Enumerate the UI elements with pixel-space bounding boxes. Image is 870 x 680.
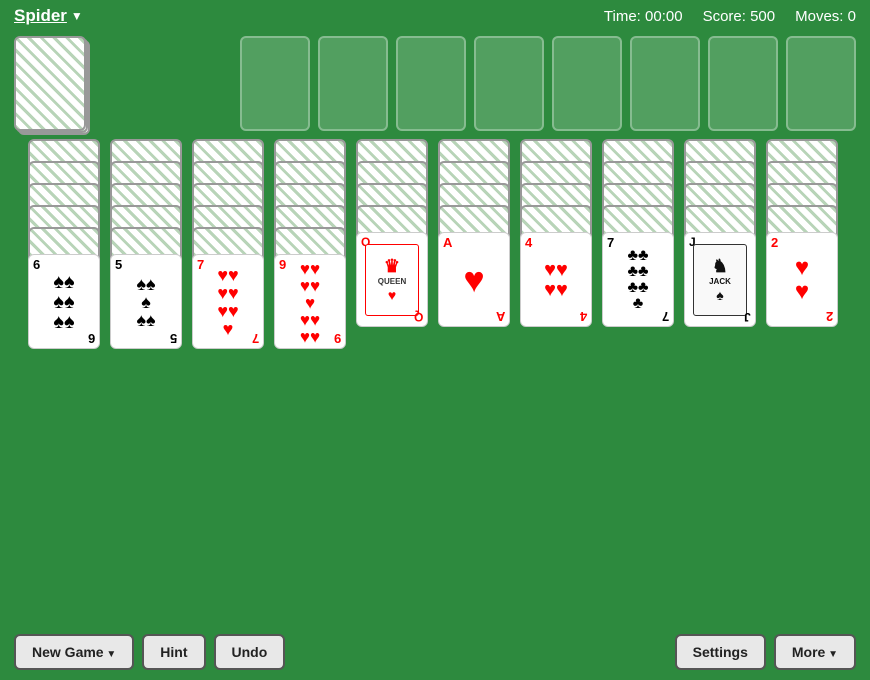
- completion-slots: [240, 36, 856, 131]
- column-9[interactable]: J ♞ JACK ♠ J: [684, 139, 760, 349]
- card-ah[interactable]: A ♥ A: [438, 232, 510, 327]
- column-5[interactable]: Q ♛ QUEEN ♥ Q: [356, 139, 432, 349]
- completion-slot-7: [708, 36, 778, 131]
- stats-area: Time: 00:00 Score: 500 Moves: 0: [604, 8, 856, 25]
- new-game-button[interactable]: New Game: [14, 634, 134, 670]
- completion-slot-5: [552, 36, 622, 131]
- card-6s[interactable]: 6 ♠♠♠♠♠♠ 6: [28, 254, 100, 349]
- column-7[interactable]: 4 ♥♥♥♥ 4: [520, 139, 596, 349]
- card-columns: 6 ♠♠♠♠♠♠ 6 5 ♠♠♠♠♠ 5: [0, 139, 870, 349]
- completion-slot-6: [630, 36, 700, 131]
- card-js[interactable]: J ♞ JACK ♠ J: [684, 232, 756, 327]
- column-6[interactable]: A ♥ A: [438, 139, 514, 349]
- completion-slot-2: [318, 36, 388, 131]
- completion-slot-8: [786, 36, 856, 131]
- completion-slot-3: [396, 36, 466, 131]
- card-4h[interactable]: 4 ♥♥♥♥ 4: [520, 232, 592, 327]
- moves-display: Moves: 0: [795, 8, 856, 25]
- card-7h[interactable]: 7 ♥♥♥♥♥♥♥ 7: [192, 254, 264, 349]
- top-row: [0, 32, 870, 135]
- card-5s[interactable]: 5 ♠♠♠♠♠ 5: [110, 254, 182, 349]
- game-title: Spider: [14, 6, 67, 26]
- card-qh[interactable]: Q ♛ QUEEN ♥ Q: [356, 232, 428, 327]
- column-10[interactable]: 2 ♥♥ 2: [766, 139, 842, 349]
- hint-button[interactable]: Hint: [142, 634, 205, 670]
- title-dropdown-icon[interactable]: ▼: [71, 9, 83, 23]
- card-2h[interactable]: 2 ♥♥ 2: [766, 232, 838, 327]
- footer-left-buttons: New Game Hint Undo: [14, 634, 285, 670]
- card-9h[interactable]: 9 ♥♥♥♥♥♥♥♥♥ 9: [274, 254, 346, 349]
- column-2[interactable]: 5 ♠♠♠♠♠ 5: [110, 139, 186, 349]
- stock-pile[interactable]: [14, 36, 86, 131]
- more-button[interactable]: More: [774, 634, 856, 670]
- completion-slot-4: [474, 36, 544, 131]
- score-display: Score: 500: [703, 8, 776, 25]
- column-8[interactable]: 7 ♣♣♣♣♣♣♣ 7: [602, 139, 678, 349]
- settings-button[interactable]: Settings: [675, 634, 766, 670]
- column-1[interactable]: 6 ♠♠♠♠♠♠ 6: [28, 139, 104, 349]
- footer: New Game Hint Undo Settings More: [0, 624, 870, 680]
- column-4[interactable]: 9 ♥♥♥♥♥♥♥♥♥ 9: [274, 139, 350, 349]
- column-3[interactable]: 7 ♥♥♥♥♥♥♥ 7: [192, 139, 268, 349]
- completion-slot-1: [240, 36, 310, 131]
- footer-right-buttons: Settings More: [675, 634, 856, 670]
- game-header: Spider ▼ Time: 00:00 Score: 500 Moves: 0: [0, 0, 870, 32]
- game-title-area[interactable]: Spider ▼: [14, 6, 83, 26]
- card-7c[interactable]: 7 ♣♣♣♣♣♣♣ 7: [602, 232, 674, 327]
- undo-button[interactable]: Undo: [214, 634, 286, 670]
- time-display: Time: 00:00: [604, 8, 683, 25]
